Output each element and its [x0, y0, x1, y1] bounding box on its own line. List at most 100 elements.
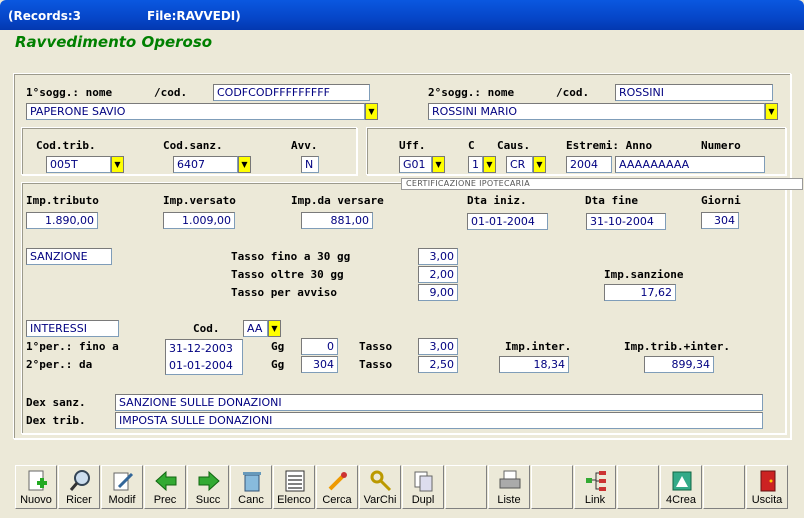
- interessi-field[interactable]: INTERESSI: [26, 320, 119, 337]
- sogg1-nome-field[interactable]: PAPERONE SAVIO: [26, 103, 365, 120]
- caus-field[interactable]: CR: [506, 156, 533, 173]
- giorni-label: Giorni: [701, 194, 741, 207]
- tasso1-field[interactable]: 3,00: [418, 338, 458, 355]
- caus-dropdown-icon[interactable]: ▼: [533, 156, 546, 173]
- create-icon: [672, 471, 692, 491]
- int-cod-dropdown-icon[interactable]: ▼: [268, 320, 281, 337]
- exit-door-icon: [760, 470, 776, 492]
- tassoavviso-field[interactable]: 9,00: [418, 284, 458, 301]
- dtafine-label: Dta fine: [585, 194, 638, 207]
- dexsanz-field[interactable]: SANZIONE SULLE DONAZIONI: [115, 394, 763, 411]
- per2-label: 2°per.: da: [26, 358, 93, 371]
- anno-field[interactable]: 2004: [566, 156, 612, 173]
- c-field[interactable]: 1: [468, 156, 483, 173]
- dupl-button[interactable]: Dupl: [402, 465, 444, 509]
- sogg2-nome-label: 2°sogg.: nome: [428, 86, 515, 99]
- tasso30-field[interactable]: 3,00: [418, 248, 458, 265]
- int-cod-label: Cod.: [193, 322, 220, 335]
- 4crea-button[interactable]: 4Crea: [660, 465, 702, 509]
- impdaversare-field[interactable]: 881,00: [301, 212, 373, 229]
- sogg1-cod-label: /cod.: [154, 86, 188, 99]
- impversato-field[interactable]: 1.009,00: [163, 212, 235, 229]
- dtainiz-label: Dta iniz.: [467, 194, 527, 207]
- giorni-field[interactable]: 304: [701, 212, 739, 229]
- numero-field[interactable]: AAAAAAAAA: [615, 156, 765, 173]
- title-bar: (Records:3 File:RAVVEDI): [0, 0, 804, 30]
- impinter-field[interactable]: 18,34: [499, 356, 569, 373]
- empty-button-4[interactable]: [703, 465, 745, 509]
- cerca-button[interactable]: Cerca: [316, 465, 358, 509]
- succ-button[interactable]: Succ: [187, 465, 229, 509]
- canc-button[interactable]: Canc: [230, 465, 272, 509]
- per1-field[interactable]: 31-12-2003: [169, 340, 239, 357]
- key-icon: [370, 470, 392, 492]
- uff-dropdown-icon[interactable]: ▼: [432, 156, 445, 173]
- gg1-field[interactable]: 0: [301, 338, 338, 355]
- c-dropdown-icon[interactable]: ▼: [483, 156, 496, 173]
- tasso30-label: Tasso fino a 30 gg: [231, 250, 351, 263]
- dexsanz-label: Dex sanz.: [26, 396, 86, 409]
- new-document-icon: [28, 470, 47, 491]
- sogg2-cod-label: /cod.: [556, 86, 590, 99]
- avv-label: Avv.: [291, 139, 318, 152]
- varchi-button[interactable]: VarChi: [359, 465, 401, 509]
- imptribinter-field[interactable]: 899,34: [644, 356, 714, 373]
- empty-button-3[interactable]: [617, 465, 659, 509]
- sanzione-field[interactable]: SANZIONE: [26, 248, 112, 265]
- ricer-button[interactable]: Ricer: [58, 465, 100, 509]
- gg2-label: Gg: [271, 358, 285, 371]
- sogg1-dropdown-icon[interactable]: ▼: [365, 103, 378, 120]
- impdaversare-label: Imp.da versare: [291, 194, 384, 207]
- toolbar: Nuovo Ricer Modif Prec Succ Canc Elenco: [15, 465, 791, 511]
- sogg2-cod-field[interactable]: ROSSINI: [615, 84, 773, 101]
- nuovo-button[interactable]: Nuovo: [15, 465, 57, 509]
- uscita-button[interactable]: Uscita: [746, 465, 788, 509]
- codtrib-field[interactable]: 005T: [46, 156, 111, 173]
- impsanzione-label: Imp.sanzione: [604, 268, 684, 281]
- arrow-right-icon: [198, 470, 220, 492]
- main-window: Ravvedimento Operoso 1°sogg.: nome /cod.…: [3, 30, 803, 515]
- per2-field[interactable]: 01-01-2004: [169, 357, 239, 374]
- liste-button[interactable]: Liste: [488, 465, 530, 509]
- modif-button[interactable]: Modif: [101, 465, 143, 509]
- tasso2-field[interactable]: 2,50: [418, 356, 458, 373]
- imptribinter-label: Imp.trib.+inter.: [624, 340, 730, 353]
- empty-button-1[interactable]: [445, 465, 487, 509]
- impsanzione-field[interactable]: 17,62: [604, 284, 676, 301]
- gg1-label: Gg: [271, 340, 285, 353]
- sogg2-dropdown-icon[interactable]: ▼: [765, 103, 778, 120]
- avv-field[interactable]: N: [301, 156, 319, 173]
- sogg2-nome-field[interactable]: ROSSINI MARIO: [428, 103, 765, 120]
- tassooltre-label: Tasso oltre 30 gg: [231, 268, 344, 281]
- uff-field[interactable]: G01: [399, 156, 432, 173]
- impversato-label: Imp.versato: [163, 194, 236, 207]
- codsanz-field[interactable]: 6407: [173, 156, 238, 173]
- search-pencil-icon: [328, 472, 347, 491]
- elenco-button[interactable]: Elenco: [273, 465, 315, 509]
- link-tree-icon: [586, 471, 606, 491]
- imptributo-field[interactable]: 1.890,00: [26, 212, 98, 229]
- dextrib-label: Dex trib.: [26, 414, 86, 427]
- empty-button-2[interactable]: [531, 465, 573, 509]
- codsanz-dropdown-icon[interactable]: ▼: [238, 156, 251, 173]
- prec-button[interactable]: Prec: [144, 465, 186, 509]
- numero-label: Numero: [701, 139, 741, 152]
- periodi-field[interactable]: 31-12-2003 01-01-2004: [165, 339, 243, 375]
- link-button[interactable]: Link: [574, 465, 616, 509]
- dtafine-field[interactable]: 31-10-2004: [586, 213, 666, 230]
- codtrib-label: Cod.trib.: [36, 139, 96, 152]
- codtrib-dropdown-icon[interactable]: ▼: [111, 156, 124, 173]
- dextrib-field[interactable]: IMPOSTA SULLE DONAZIONI: [115, 412, 763, 429]
- file-name: File:RAVVEDI): [147, 9, 241, 23]
- dtainiz-field[interactable]: 01-01-2004: [467, 213, 548, 230]
- c-label: C: [468, 139, 475, 152]
- caus-tooltip: CERTIFICAZIONE IPOTECARIA: [401, 178, 803, 190]
- per1-label: 1°per.: fino a: [26, 340, 119, 353]
- caus-label: Caus.: [497, 139, 531, 152]
- int-cod-field[interactable]: AA: [243, 320, 268, 337]
- trash-icon: [243, 472, 261, 492]
- sogg1-cod-field[interactable]: CODFCODFFFFFFFFF: [213, 84, 370, 101]
- impinter-label: Imp.inter.: [505, 340, 572, 353]
- gg2-field[interactable]: 304: [301, 356, 338, 373]
- tassooltre-field[interactable]: 2,00: [418, 266, 458, 283]
